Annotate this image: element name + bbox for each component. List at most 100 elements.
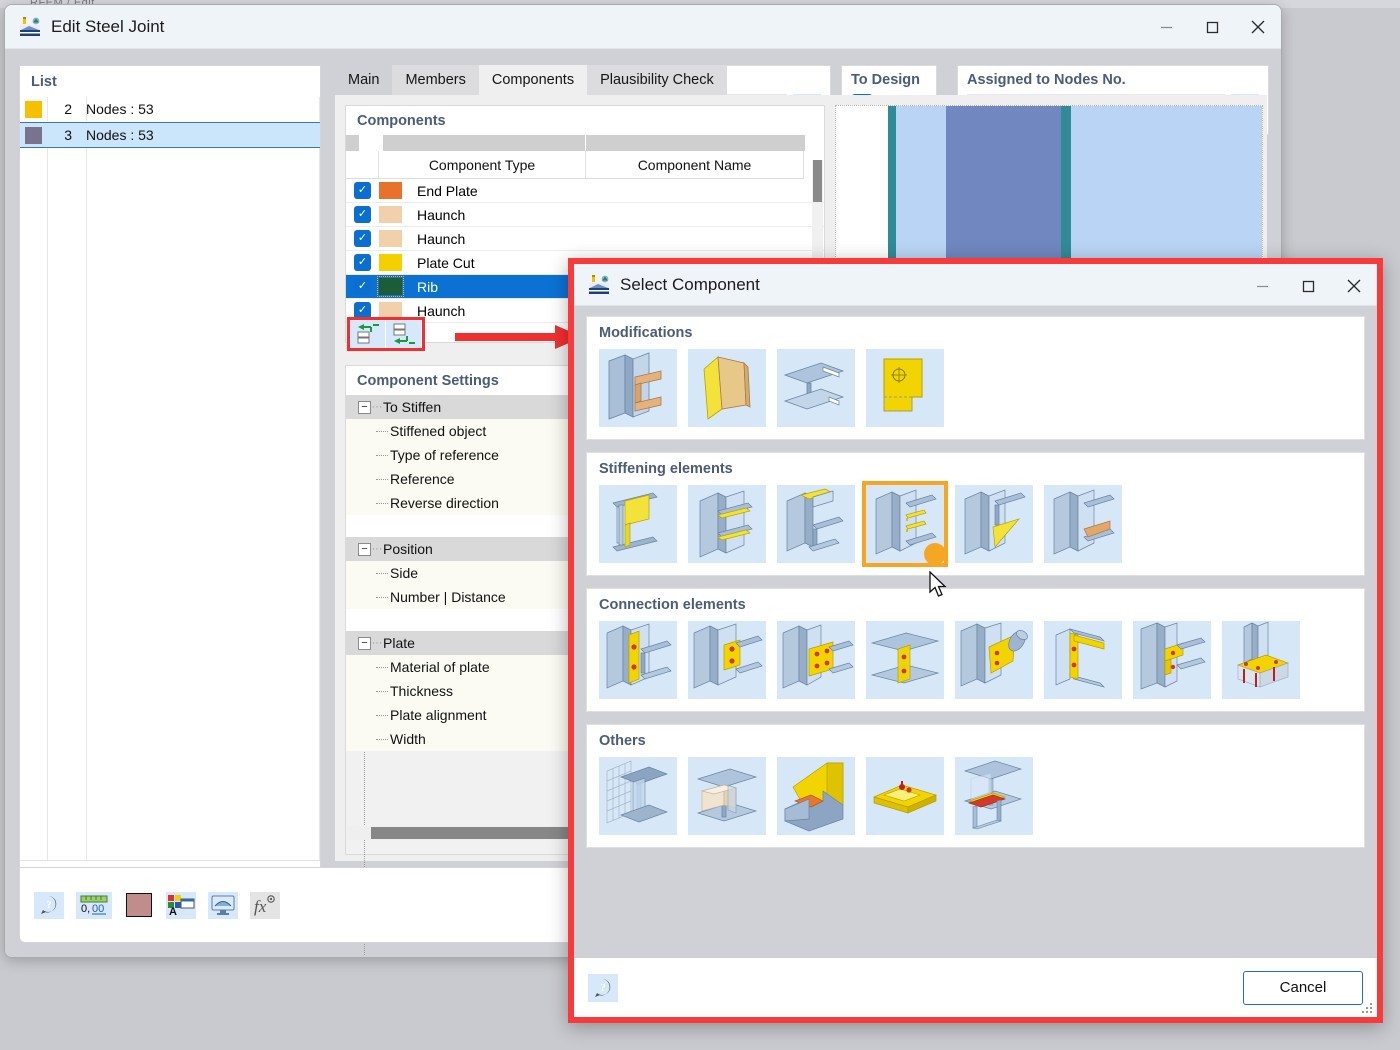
resize-grip-icon[interactable]	[1362, 1002, 1374, 1014]
collapse-icon[interactable]: −	[358, 636, 371, 650]
svg-text:0,: 0,	[81, 903, 90, 915]
dialog-maximize-button[interactable]	[1285, 264, 1331, 308]
thumb-connection-5[interactable]	[955, 621, 1033, 699]
steel-joint-icon	[588, 274, 610, 296]
row-checkbox[interactable]: ✓	[346, 206, 379, 223]
list-item-color-swatch	[25, 126, 42, 144]
thumb-others-5[interactable]	[955, 757, 1033, 835]
thumb-stiffening-6[interactable]	[1044, 485, 1122, 563]
table-row[interactable]: ✓ Haunch	[346, 227, 824, 251]
components-panel-title: Components	[357, 113, 446, 129]
svg-text:?: ?	[46, 899, 52, 911]
thumb-modification-4[interactable]	[866, 349, 944, 427]
thumbnail-grid	[599, 349, 1352, 427]
minimize-button[interactable]	[1143, 5, 1189, 49]
thumb-others-1[interactable]	[599, 757, 677, 835]
tree-item-label: Plate alignment	[390, 707, 487, 723]
thumb-connection-4[interactable]	[866, 621, 944, 699]
column-header-component-type[interactable]: Component Type	[379, 151, 586, 179]
tab-plausibility-check[interactable]: Plausibility Check	[587, 65, 727, 95]
tree-group-label: Position	[383, 541, 433, 557]
section-title: Stiffening elements	[599, 461, 733, 477]
component-move-buttons-highlight	[347, 317, 425, 351]
row-checkbox[interactable]: ✓	[346, 254, 379, 271]
maximize-button[interactable]	[1189, 5, 1235, 49]
thumb-connection-6[interactable]	[1044, 621, 1122, 699]
row-color-swatch	[377, 276, 411, 297]
list-item-label: Nodes : 53	[86, 101, 154, 117]
table-row[interactable]: ✓ Haunch	[346, 203, 824, 227]
dialog-minimize-button[interactable]	[1239, 264, 1285, 308]
section-connection-elements: Connection elements	[586, 588, 1365, 712]
section-title: Modifications	[599, 325, 693, 341]
thumb-connection-3[interactable]	[777, 621, 855, 699]
tab-members[interactable]: Members	[392, 65, 479, 95]
help-icon[interactable]: ?	[34, 891, 64, 919]
row-component-type: End Plate	[417, 182, 478, 199]
units-0-00-icon[interactable]: 0, 00	[76, 891, 112, 919]
cancel-button[interactable]: Cancel	[1243, 970, 1363, 1005]
dialog-close-button[interactable]	[1331, 264, 1377, 308]
dialog-titlebar: Select Component	[574, 264, 1377, 306]
row-checkbox[interactable]: ✓	[346, 182, 379, 199]
thumb-connection-1[interactable]	[599, 621, 677, 699]
section-title: Others	[599, 733, 646, 749]
collapse-icon[interactable]: −	[358, 542, 371, 556]
thumbnail-grid	[599, 481, 1352, 567]
scrollbar-thumb[interactable]	[813, 160, 822, 202]
thumb-stiffening-3[interactable]	[777, 485, 855, 563]
thumb-modification-2[interactable]	[688, 349, 766, 427]
tree-item-label: Reverse direction	[390, 495, 499, 511]
color-swatch-icon[interactable]	[124, 892, 154, 919]
section-others: Others	[586, 724, 1365, 848]
tree-item-label: Material of plate	[390, 659, 490, 675]
joint-list: 2 Nodes : 53 3 Nodes : 53	[20, 96, 320, 148]
list-item[interactable]: 2 Nodes : 53	[20, 96, 320, 122]
list-item-label: Nodes : 53	[86, 127, 154, 143]
tree-item-label: Side	[390, 565, 419, 581]
column-header-component-name[interactable]: Component Name	[586, 151, 804, 179]
thumb-modification-3[interactable]	[777, 349, 855, 427]
tab-components[interactable]: Components	[478, 65, 588, 95]
list-grid-line	[319, 96, 320, 860]
svg-text:?: ?	[600, 982, 606, 994]
help-icon[interactable]: ?	[588, 973, 618, 1002]
row-color-swatch	[379, 230, 411, 247]
thumb-others-4[interactable]	[866, 757, 944, 835]
list-item[interactable]: 3 Nodes : 53	[20, 122, 320, 148]
row-color-swatch	[379, 206, 411, 223]
svg-text:A: A	[169, 906, 177, 916]
thumb-others-3[interactable]	[777, 757, 855, 835]
row-checkbox[interactable]: ✓	[346, 278, 379, 295]
thumb-others-2[interactable]	[688, 757, 766, 835]
render-view-icon[interactable]	[208, 891, 238, 919]
table-row[interactable]: ✓ End Plate	[346, 179, 824, 203]
display-properties-icon[interactable]: A	[166, 891, 196, 919]
thumbnail-grid	[599, 757, 1352, 835]
fx-icon[interactable]: fx	[250, 891, 280, 919]
main-window-controls	[1143, 5, 1281, 48]
thumb-modification-1[interactable]	[599, 349, 677, 427]
thumb-connection-2[interactable]	[688, 621, 766, 699]
list-item-number: 3	[64, 127, 72, 143]
collapse-icon[interactable]: −	[358, 400, 371, 414]
thumb-stiffening-2[interactable]	[688, 485, 766, 563]
thumb-connection-7[interactable]	[1133, 621, 1211, 699]
thumb-stiffening-1[interactable]	[599, 485, 677, 563]
thumb-stiffening-4[interactable]	[862, 481, 948, 567]
thumb-connection-8[interactable]	[1222, 621, 1300, 699]
insert-below-icon[interactable]	[386, 320, 422, 348]
tab-main[interactable]: Main	[335, 65, 393, 95]
tree-item-label: Type of reference	[390, 447, 499, 463]
dialog-window-controls	[1239, 264, 1377, 305]
section-modifications: Modifications	[586, 316, 1365, 440]
dialog-body: Modifications Stiffening elements Connec…	[574, 306, 1377, 957]
row-checkbox[interactable]: ✓	[346, 230, 379, 247]
dialog-title: Select Component	[620, 274, 760, 294]
main-window-title: Edit Steel Joint	[51, 16, 165, 36]
thumb-stiffening-5[interactable]	[955, 485, 1033, 563]
list-grid-line	[47, 96, 48, 860]
insert-above-icon[interactable]	[350, 320, 386, 348]
close-button[interactable]	[1235, 5, 1281, 49]
list-panel-title: List	[31, 74, 57, 90]
